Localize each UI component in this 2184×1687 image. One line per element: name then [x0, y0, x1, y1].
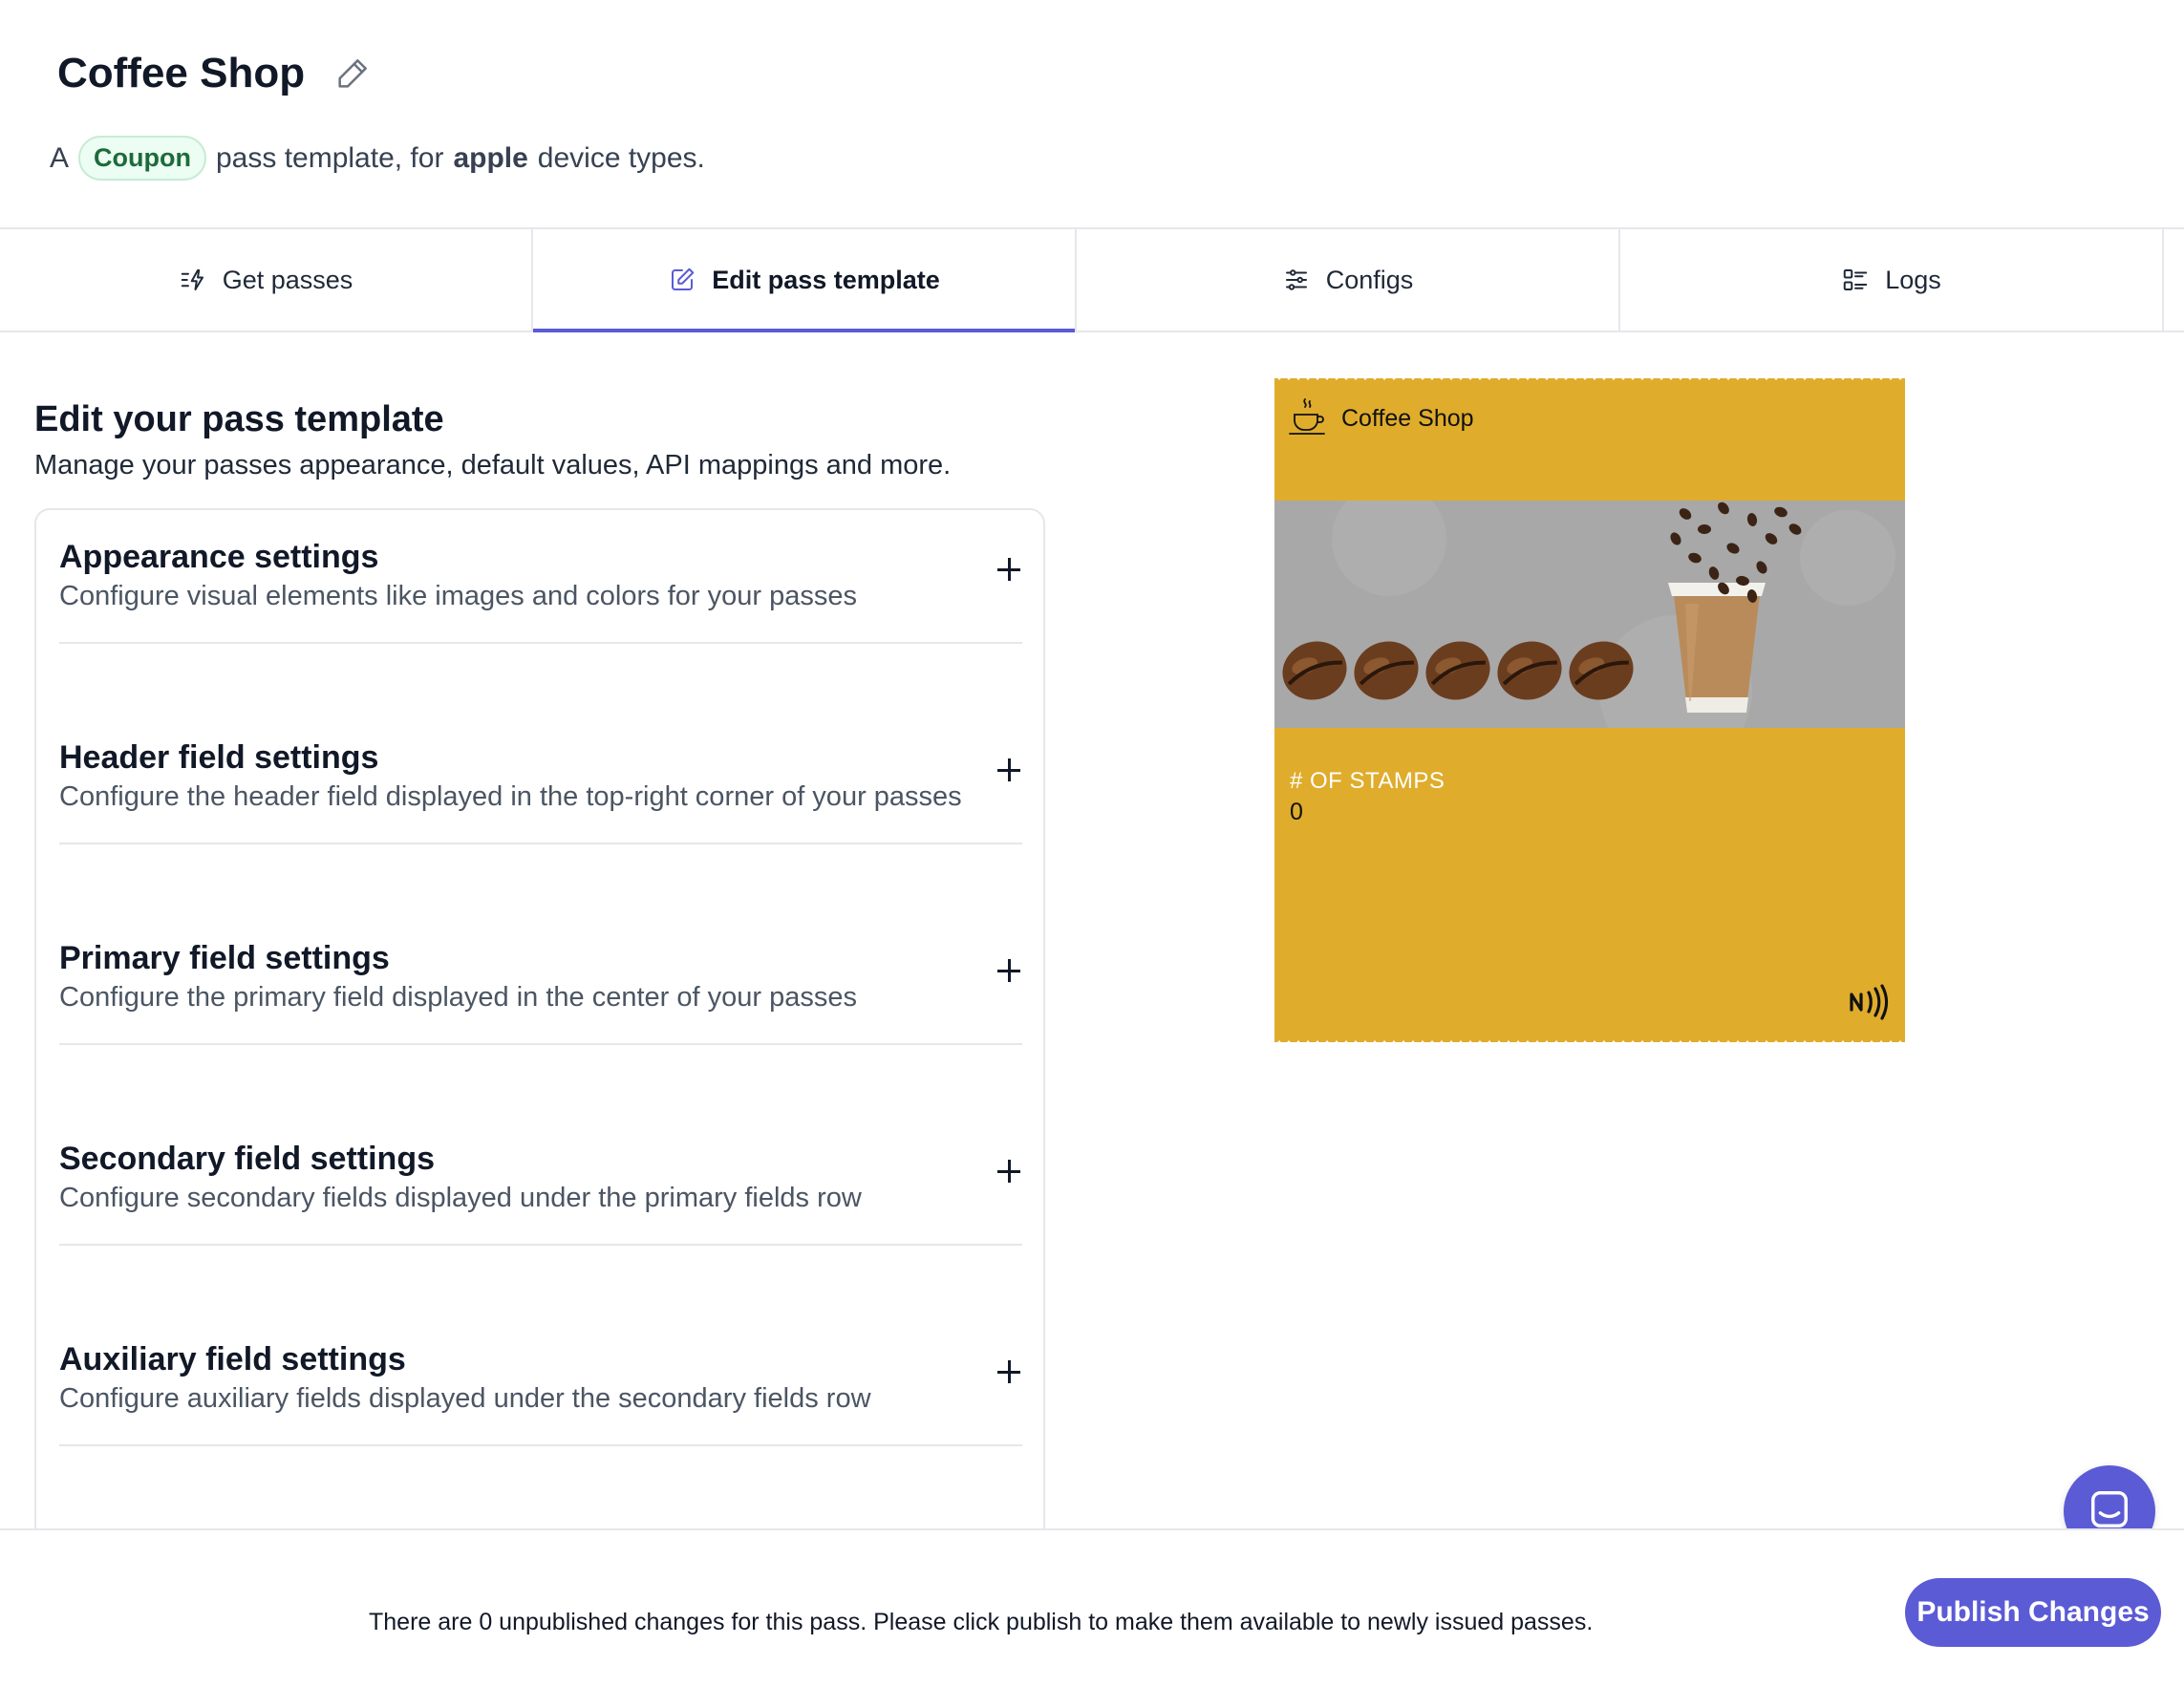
setting-description: Configure the header field displayed in …: [59, 781, 962, 812]
subtitle-middle: pass template, for: [215, 141, 444, 174]
coffee-bean: [1698, 524, 1711, 534]
sliders-icon: [1282, 266, 1311, 294]
edit-icon: [668, 266, 696, 294]
pass-top-edge: [1274, 374, 1905, 380]
tab-label: Get passes: [222, 265, 353, 294]
tab-bar: Get passes Edit pass template Configs Lo…: [0, 227, 2184, 332]
setting-title: Appearance settings: [59, 539, 379, 575]
pass-type-badge: Coupon: [78, 136, 206, 181]
header-field-settings[interactable]: Header field settings Configure the head…: [59, 711, 1022, 844]
setting-description: Configure auxiliary fields displayed und…: [59, 1383, 871, 1414]
field-value: 0: [1290, 799, 1303, 825]
section-title: Edit your pass template: [34, 399, 444, 439]
settings-accordion: Appearance settings Configure visual ele…: [34, 508, 1045, 1530]
page-header: Coffee Shop A Coupon pass template, for …: [0, 0, 2184, 227]
tab-configs[interactable]: Configs: [1077, 229, 1620, 331]
coffee-cup-icon: [1288, 397, 1326, 439]
plus-icon[interactable]: [996, 957, 1022, 984]
tab-get-passes[interactable]: Get passes: [0, 229, 533, 331]
strip-image: [1274, 501, 1905, 728]
tab-edit-pass-template[interactable]: Edit pass template: [533, 229, 1077, 332]
setting-description: Configure secondary fields displayed und…: [59, 1183, 862, 1213]
plus-icon[interactable]: [996, 757, 1022, 783]
plus-icon[interactable]: [996, 1158, 1022, 1185]
setting-title: Auxiliary field settings: [59, 1341, 406, 1377]
publish-changes-button[interactable]: Publish Changes: [1905, 1578, 2161, 1647]
logs-icon: [1841, 266, 1870, 294]
setting-description: Configure visual elements like images an…: [59, 581, 857, 611]
pass-preview: Coffee Shop # OF STAMPS 0: [1274, 374, 1905, 1046]
plus-icon[interactable]: [996, 1358, 1022, 1385]
section-header: Edit your pass template Manage your pass…: [34, 399, 951, 481]
get-passes-icon: [179, 266, 207, 294]
title-row: Coffee Shop: [57, 50, 374, 97]
subtitle-suffix: device types.: [537, 141, 705, 174]
appearance-settings[interactable]: Appearance settings Configure visual ele…: [59, 510, 1022, 644]
field-label: # OF STAMPS: [1290, 768, 1445, 794]
unpublished-changes-message: There are 0 unpublished changes for this…: [369, 1609, 1594, 1635]
setting-description: Configure the primary field displayed in…: [59, 982, 857, 1013]
pass-bottom-edge: [1274, 1040, 1905, 1046]
section-description: Manage your passes appearance, default v…: [34, 450, 952, 480]
subtitle-prefix: A: [50, 141, 70, 174]
tab-label: Logs: [1885, 265, 1941, 294]
tab-label: Edit pass template: [712, 265, 940, 294]
plus-icon[interactable]: [996, 556, 1022, 583]
auxiliary-field-settings[interactable]: Auxiliary field settings Configure auxil…: [59, 1313, 1022, 1446]
pass-name: Coffee Shop: [1341, 405, 1474, 432]
tab-label: Configs: [1325, 265, 1414, 294]
setting-title: Primary field settings: [59, 940, 390, 976]
publish-footer: There are 0 unpublished changes for this…: [0, 1528, 2184, 1687]
tab-logs[interactable]: Logs: [1620, 229, 2164, 331]
pencil-icon[interactable]: [332, 53, 374, 95]
page-title: Coffee Shop: [57, 50, 306, 96]
secondary-field-settings[interactable]: Secondary field settings Configure secon…: [59, 1112, 1022, 1246]
nfc-icon: [1848, 983, 1890, 1021]
template-subtitle: A Coupon pass template, for apple device…: [50, 136, 705, 181]
setting-title: Secondary field settings: [59, 1141, 435, 1177]
primary-field-settings[interactable]: Primary field settings Configure the pri…: [59, 911, 1022, 1045]
device-type: apple: [453, 141, 528, 174]
setting-title: Header field settings: [59, 739, 379, 776]
